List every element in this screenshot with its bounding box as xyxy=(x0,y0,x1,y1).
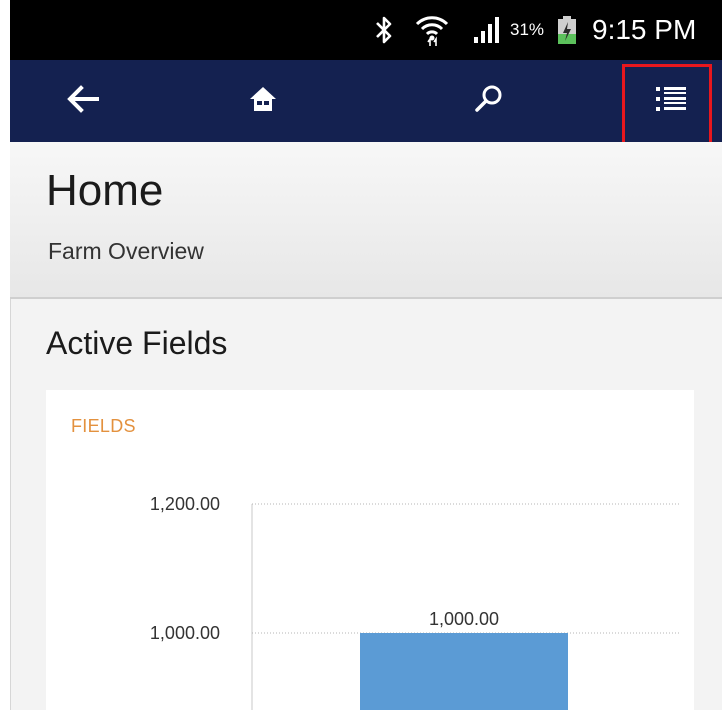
y-tick-label: 1,200.00 xyxy=(150,494,220,514)
battery-percent: 31% xyxy=(510,20,545,39)
list-menu-icon xyxy=(654,84,688,119)
fields-chart-card: FIELDS 1,200.00 1,000.00 1,000.00 xyxy=(46,390,694,710)
home-button[interactable] xyxy=(238,60,288,142)
page-subtitle: Farm Overview xyxy=(48,238,204,264)
home-icon xyxy=(248,85,278,118)
signal-icon xyxy=(473,0,505,60)
app-page: 31% 9:15 PM Home Farm Overview Active Fi… xyxy=(10,0,722,710)
menu-button[interactable] xyxy=(646,60,696,142)
bar-data-label: 1,000.00 xyxy=(429,609,499,629)
status-bar: 31% 9:15 PM xyxy=(10,0,722,60)
clock: 9:15 PM xyxy=(592,14,697,45)
battery-icon xyxy=(556,0,578,60)
page-title: Home xyxy=(46,166,164,215)
app-toolbar xyxy=(10,60,722,142)
y-tick-label: 1,000.00 xyxy=(150,623,220,643)
wifi-icon xyxy=(414,0,450,60)
chart-bar xyxy=(360,633,568,710)
bluetooth-icon xyxy=(372,0,396,60)
back-arrow-icon xyxy=(66,84,100,118)
search-button[interactable] xyxy=(464,60,514,142)
back-button[interactable] xyxy=(58,60,108,142)
page-header: Home Farm Overview xyxy=(10,142,722,299)
search-icon xyxy=(474,84,504,119)
fields-chart: 1,200.00 1,000.00 1,000.00 xyxy=(150,494,680,710)
section-title: Active Fields xyxy=(46,325,228,361)
